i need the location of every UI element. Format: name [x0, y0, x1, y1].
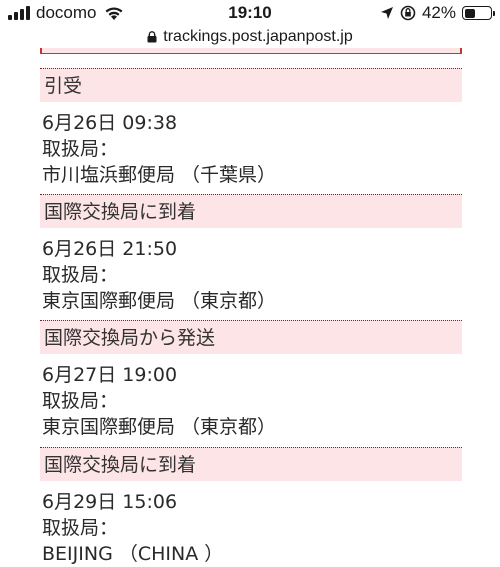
address-bar[interactable]: trackings.post.japanpost.jp: [0, 26, 500, 48]
tracking-event: 国際交換局に到着 6月29日 15:06 取扱局： BEIJING （CHINA…: [40, 447, 462, 567]
tracking-event: 引受 6月26日 09:38 取扱局： 市川塩浜郵便局 （千葉県）: [40, 68, 462, 188]
battery-fill: [464, 8, 475, 18]
event-status: 引受: [40, 68, 462, 102]
battery-percent: 42%: [421, 3, 456, 22]
event-datetime: 6月26日 09:38: [42, 112, 178, 134]
office-label: 取扱局：: [42, 390, 119, 412]
office-name: 東京国際郵便局 （東京都）: [42, 290, 277, 312]
event-status: 国際交換局から発送: [40, 320, 462, 354]
office-name: 東京国際郵便局 （東京都）: [42, 416, 277, 438]
previous-section-edge: [40, 48, 462, 54]
event-datetime: 6月29日 15:06: [42, 491, 178, 513]
office-name: 市川塩浜郵便局 （千葉県）: [42, 164, 277, 186]
office-name: BEIJING （CHINA ）: [42, 543, 224, 565]
office-label: 取扱局：: [42, 138, 119, 160]
lock-icon: [147, 31, 157, 43]
orientation-lock-icon: [400, 5, 416, 21]
office-label: 取扱局：: [42, 517, 119, 539]
tracking-event: 国際交換局に到着 6月26日 21:50 取扱局： 東京国際郵便局 （東京都）: [40, 194, 462, 314]
url-text[interactable]: trackings.post.japanpost.jp: [163, 28, 352, 46]
office-label: 取扱局：: [42, 264, 119, 286]
event-datetime: 6月26日 21:50: [42, 238, 178, 260]
tracking-event: 国際交換局から発送 6月27日 19:00 取扱局： 東京国際郵便局 （東京都）: [40, 320, 462, 440]
event-status: 国際交換局に到着: [40, 194, 462, 228]
event-datetime: 6月27日 19:00: [42, 364, 178, 386]
event-status: 国際交換局に到着: [40, 447, 462, 481]
battery-icon: [462, 6, 495, 20]
location-arrow-icon: [380, 7, 393, 19]
status-bar: docomo 19:10 42%: [0, 0, 500, 26]
